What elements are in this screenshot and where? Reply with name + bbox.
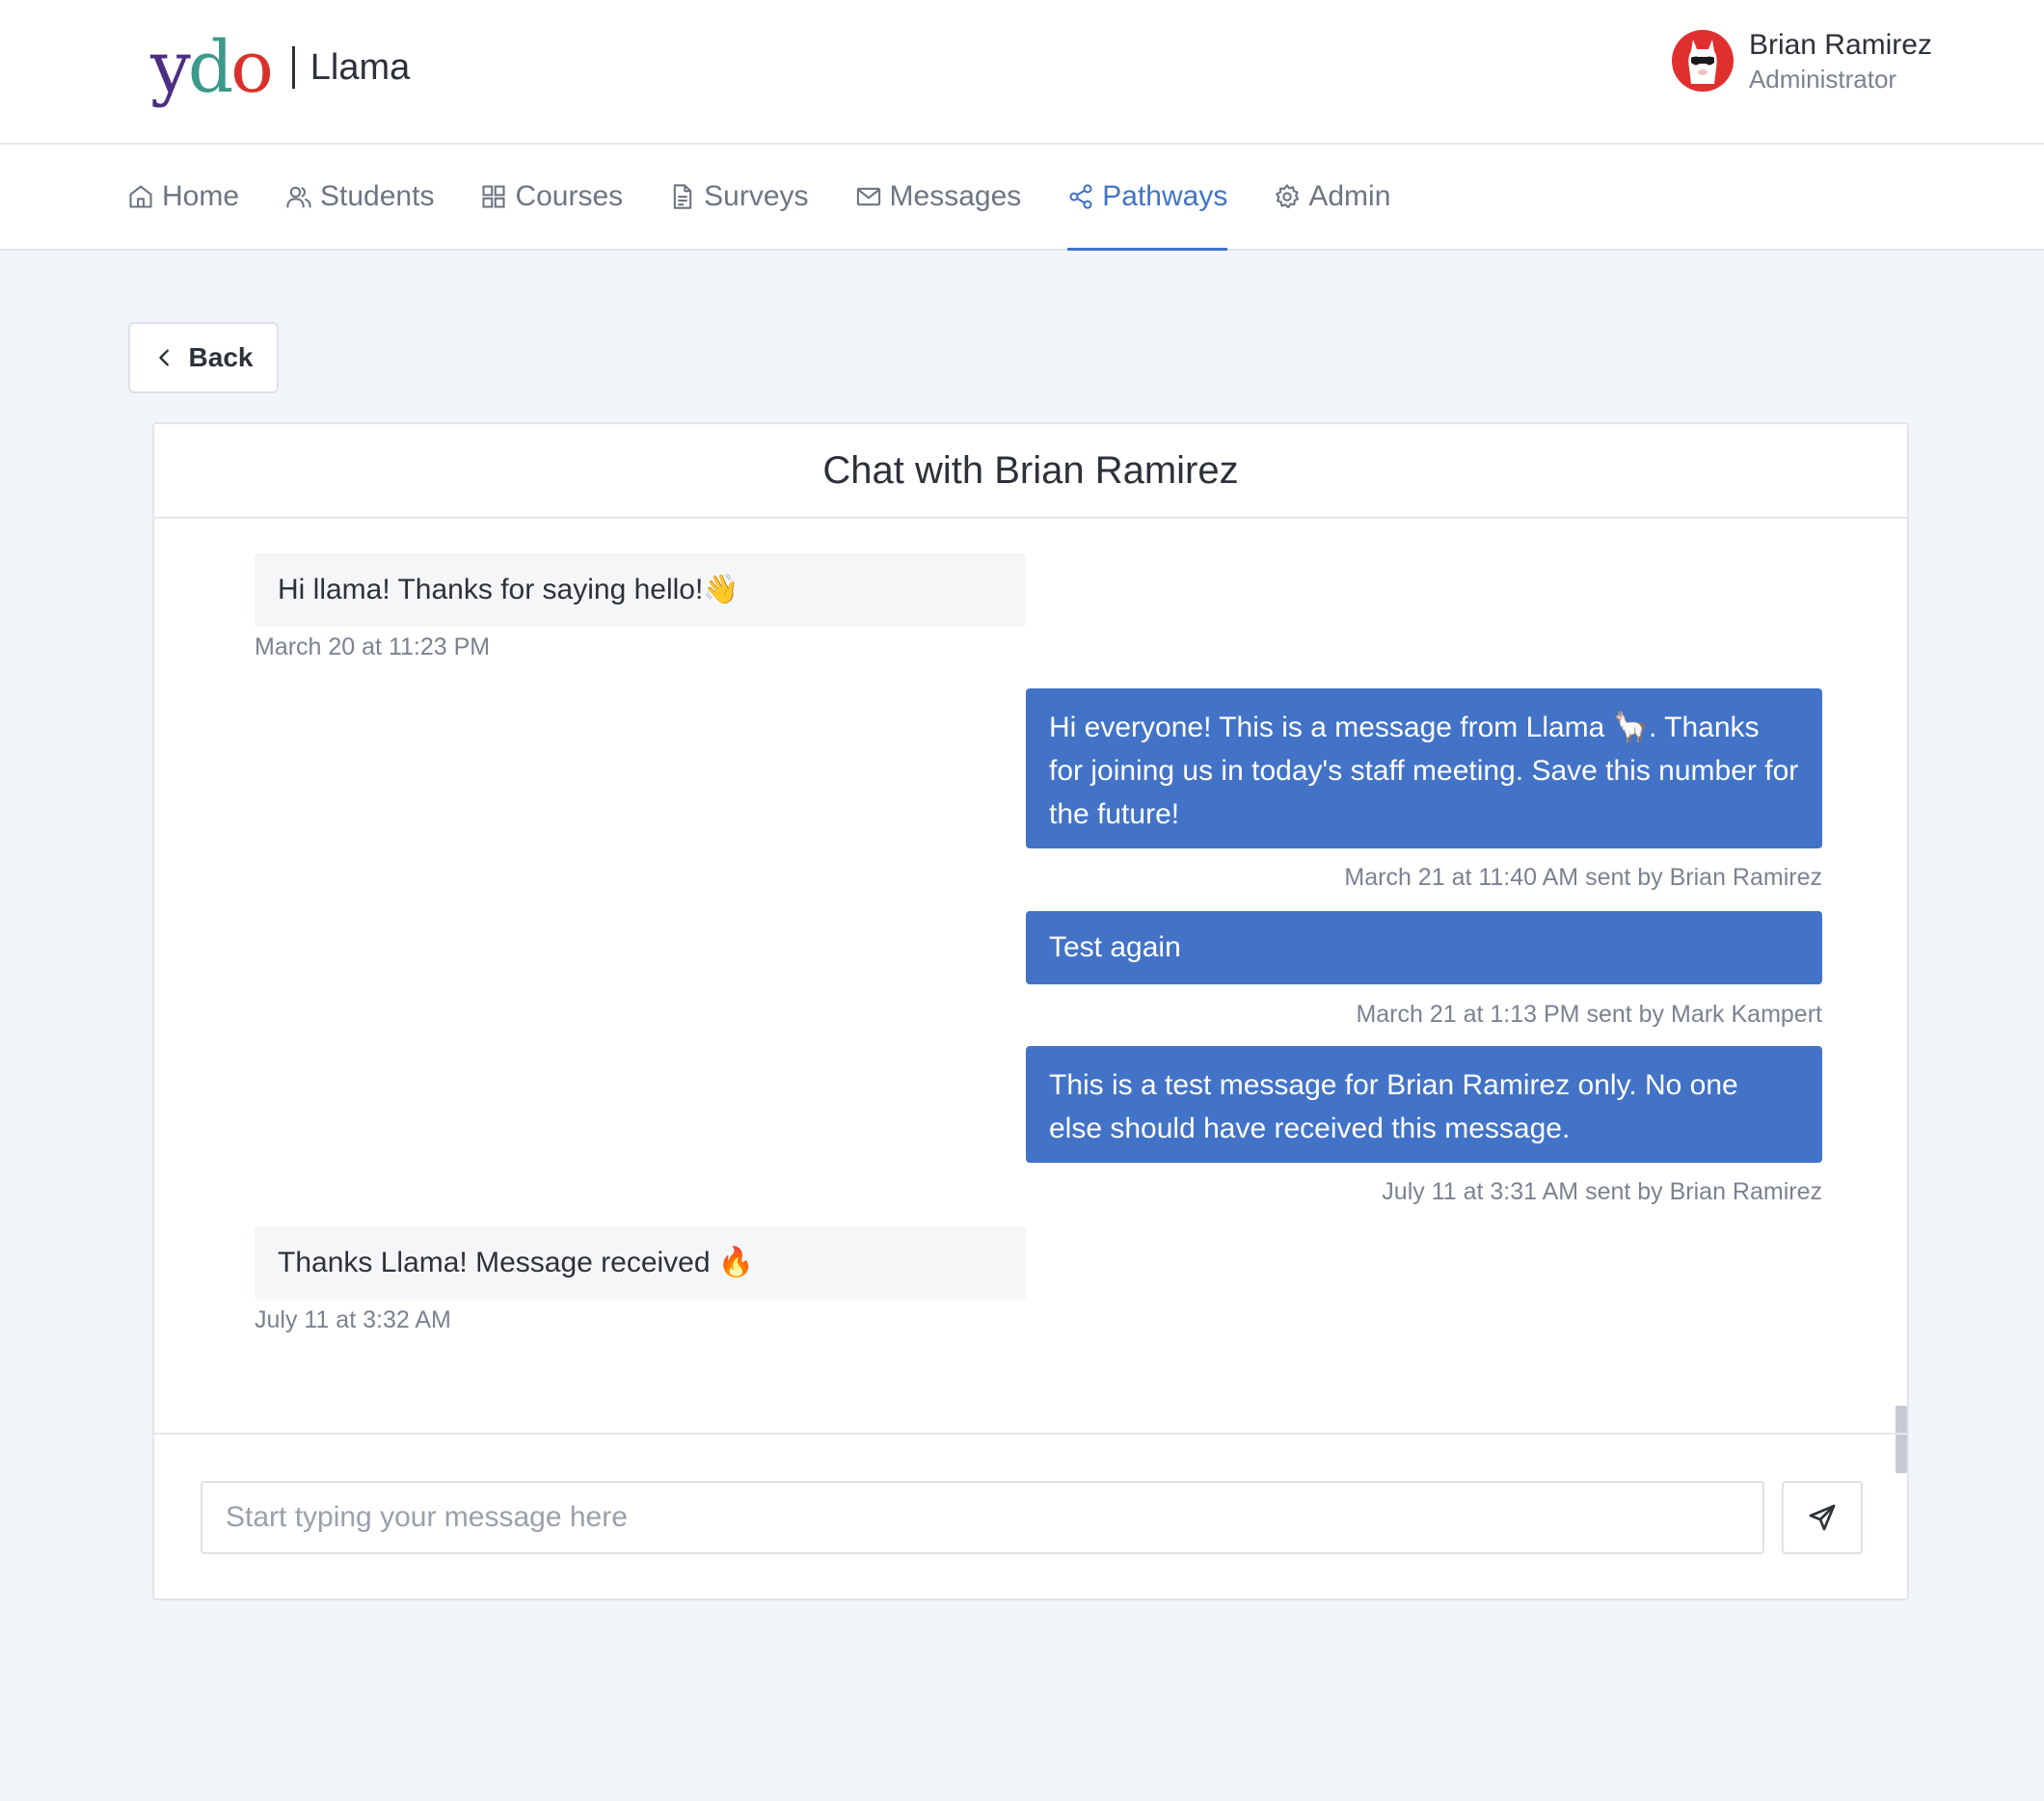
nav-home-label: Home (162, 180, 240, 212)
message-timestamp: March 21 at 11:40 AM sent by Brian Ramir… (1344, 864, 1822, 891)
nav-students[interactable]: Students (285, 145, 434, 249)
nav-admin[interactable]: Admin (1274, 145, 1390, 249)
share-icon (1069, 184, 1092, 209)
message-bubble-incoming: Hi llama! Thanks for saying hello!👋 (255, 553, 1026, 627)
logo-letter-y: y (150, 26, 191, 109)
mail-icon (856, 187, 880, 206)
message-list[interactable]: Hi llama! Thanks for saying hello!👋 Marc… (154, 519, 1907, 1473)
llama-avatar-icon (1688, 40, 1717, 84)
app-name: Llama (309, 46, 411, 88)
nav-admin-label: Admin (1308, 180, 1391, 212)
nav-messages-label: Messages (889, 180, 1022, 212)
user-menu[interactable]: Brian Ramirez Administrator (1671, 27, 1932, 94)
message-bubble-outgoing: This is a test message for Brian Ramirez… (1026, 1046, 1822, 1163)
back-button[interactable]: Back (128, 322, 279, 393)
nav-pathways-label: Pathways (1102, 180, 1228, 212)
document-icon (673, 184, 692, 209)
message-bubble-incoming: Thanks Llama! Message received 🔥 (255, 1226, 1026, 1300)
logo-divider (291, 46, 295, 89)
logo[interactable]: ydo (150, 32, 274, 103)
message-composer (154, 1433, 1907, 1600)
users-icon (286, 186, 311, 208)
message-timestamp: July 11 at 3:31 AM sent by Brian Ramirez (1382, 1178, 1822, 1205)
grid-icon (482, 185, 506, 208)
main-nav: Home Students Courses Surveys Messages P… (0, 145, 2044, 251)
chevron-left-icon (158, 349, 169, 366)
user-name: Brian Ramirez (1748, 29, 1932, 61)
message-input[interactable] (201, 1481, 1764, 1554)
chat-card: Chat with Brian Ramirez Hi llama! Thanks… (152, 422, 1909, 1600)
nav-messages[interactable]: Messages (855, 145, 1022, 249)
message-timestamp: March 20 at 11:23 PM (255, 633, 491, 660)
chat-title: Chat with Brian Ramirez (154, 424, 1907, 519)
nav-courses[interactable]: Courses (480, 145, 623, 249)
back-button-label: Back (188, 342, 254, 372)
user-role: Administrator (1748, 65, 1897, 94)
gear-icon (1276, 184, 1300, 209)
nav-home[interactable]: Home (127, 145, 239, 249)
home-icon (129, 185, 152, 208)
send-button[interactable] (1782, 1481, 1863, 1554)
logo-letter-d: d (187, 26, 233, 109)
avatar[interactable] (1671, 30, 1734, 92)
send-icon (1809, 1504, 1836, 1531)
nav-surveys-label: Surveys (704, 180, 809, 212)
nav-surveys[interactable]: Surveys (669, 145, 809, 249)
top-header: ydo Llama Brian Ramirez Administrator (0, 0, 2044, 145)
brand[interactable]: ydo Llama (150, 19, 410, 116)
message-bubble-outgoing: Test again (1026, 911, 1822, 984)
nav-pathways[interactable]: Pathways (1067, 145, 1228, 251)
message-bubble-outgoing: Hi everyone! This is a message from Llam… (1026, 688, 1822, 848)
logo-letter-o: o (230, 26, 274, 109)
nav-courses-label: Courses (515, 180, 624, 212)
message-timestamp: March 21 at 1:13 PM sent by Mark Kampert (1356, 1001, 1822, 1028)
message-timestamp: July 11 at 3:32 AM (255, 1306, 451, 1333)
nav-students-label: Students (320, 180, 435, 212)
